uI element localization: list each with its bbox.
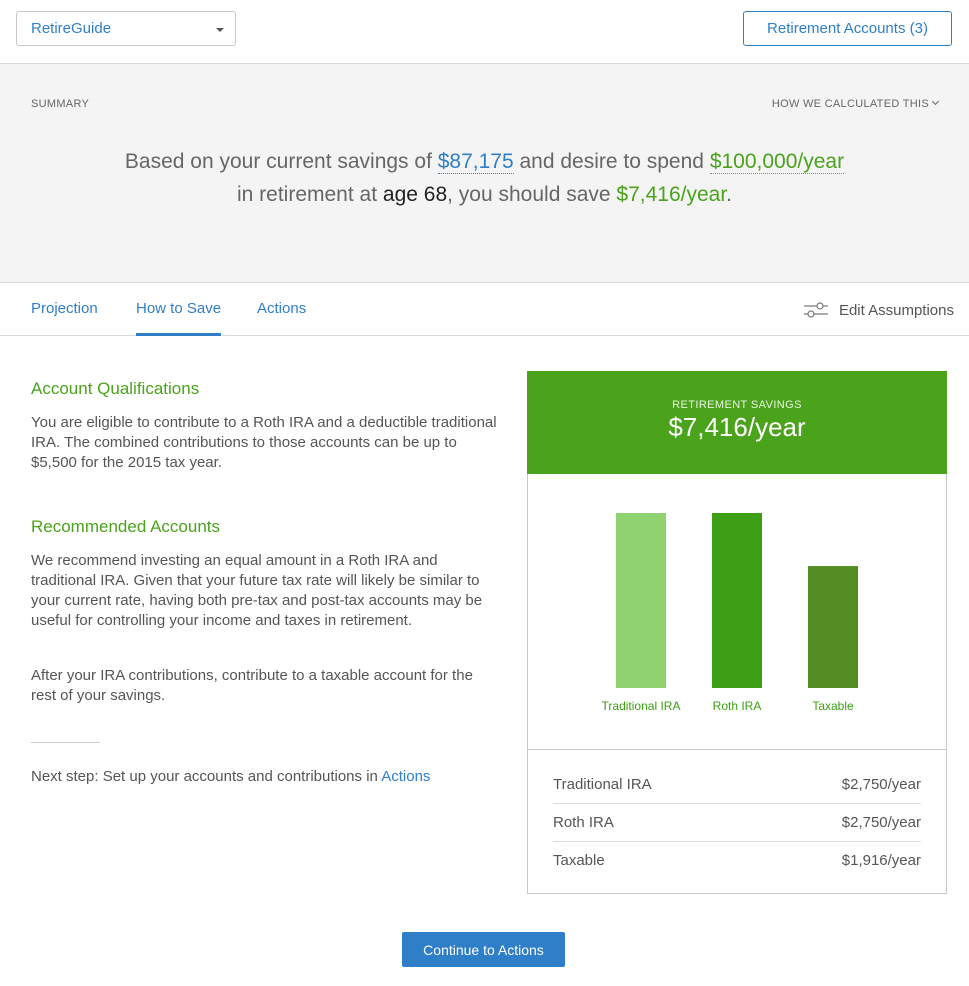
bar-roth-ira bbox=[712, 513, 762, 688]
summary-text-part: , you should save bbox=[447, 183, 617, 206]
top-bar: RetireGuide Retirement Accounts (3) bbox=[0, 0, 969, 64]
app-select-value: RetireGuide bbox=[31, 20, 112, 37]
row-value: $2,750/year bbox=[841, 776, 921, 793]
tab-how-to-save[interactable]: How to Save bbox=[136, 300, 222, 336]
row-value: $2,750/year bbox=[841, 814, 921, 831]
breakdown-row: Traditional IRA $2,750/year bbox=[553, 766, 921, 804]
breakdown-row: Roth IRA $2,750/year bbox=[553, 804, 921, 842]
card-header: RETIREMENT SAVINGS $7,416/year bbox=[527, 371, 947, 474]
summary-text-part: and desire to spend bbox=[513, 150, 710, 173]
bar-taxable bbox=[808, 566, 858, 688]
tab-bar: Projection How to Save Actions Edit Assu… bbox=[0, 283, 969, 336]
bar-label: Taxable bbox=[812, 699, 854, 713]
desired-spend-value[interactable]: $100,000/year bbox=[709, 150, 845, 174]
bar-label: Roth IRA bbox=[713, 699, 762, 713]
edit-assumptions-label: Edit Assumptions bbox=[838, 301, 954, 319]
account-qualifications-text: You are eligible to contribute to a Roth… bbox=[31, 414, 497, 471]
summary-panel: SUMMARY HOW WE CALCULATED THIS Based on … bbox=[0, 64, 969, 283]
tab-actions[interactable]: Actions bbox=[257, 300, 306, 317]
savings-bar-chart: Traditional IRA Roth IRA Taxable bbox=[528, 474, 946, 750]
continue-to-actions-button[interactable]: Continue to Actions bbox=[402, 932, 565, 967]
account-qualifications-heading: Account Qualifications bbox=[31, 379, 200, 398]
sliders-icon bbox=[803, 302, 828, 318]
chevron-down-icon bbox=[931, 97, 940, 106]
bar-traditional-ira bbox=[616, 513, 666, 688]
retirement-savings-card: RETIREMENT SAVINGS $7,416/year Tradition… bbox=[527, 371, 947, 894]
row-name: Traditional IRA bbox=[553, 776, 652, 793]
edit-assumptions-button[interactable]: Edit Assumptions bbox=[803, 300, 954, 320]
recommended-accounts-text: We recommend investing an equal amount i… bbox=[31, 552, 483, 629]
chart-svg: Traditional IRA Roth IRA Taxable bbox=[602, 513, 858, 713]
summary-label: SUMMARY bbox=[31, 98, 90, 110]
next-step-text: Next step: Set up your accounts and cont… bbox=[31, 767, 497, 787]
card-amount: $7,416/year bbox=[668, 412, 806, 442]
breakdown-list: Traditional IRA $2,750/year Roth IRA $2,… bbox=[553, 766, 921, 880]
divider bbox=[31, 742, 100, 743]
app-select-dropdown[interactable]: RetireGuide bbox=[16, 11, 236, 46]
how-we-calculated-link[interactable]: HOW WE CALCULATED THIS bbox=[771, 97, 940, 110]
row-value: $1,916/year bbox=[841, 852, 921, 869]
next-step-prefix: Next step: Set up your accounts and cont… bbox=[31, 768, 382, 785]
how-we-calculated-label: HOW WE CALCULATED THIS bbox=[771, 98, 929, 110]
after-ira-text: After your IRA contributions, contribute… bbox=[31, 667, 473, 704]
summary-text-part: Based on your current savings of bbox=[124, 150, 438, 173]
current-savings-value[interactable]: $87,175 bbox=[437, 150, 514, 174]
caret-down-icon bbox=[216, 28, 224, 32]
tab-projection[interactable]: Projection bbox=[31, 300, 98, 317]
breakdown-row: Taxable $1,916/year bbox=[553, 842, 921, 880]
summary-statement: Based on your current savings of $87,175… bbox=[0, 145, 969, 211]
card-title: RETIREMENT SAVINGS bbox=[672, 399, 802, 411]
retirement-accounts-button[interactable]: Retirement Accounts (3) bbox=[743, 11, 952, 46]
summary-text-part: in retirement at bbox=[236, 183, 383, 206]
bar-label: Traditional IRA bbox=[602, 699, 681, 713]
recommended-savings-value: $7,416/year bbox=[616, 183, 727, 206]
row-name: Roth IRA bbox=[553, 814, 614, 831]
summary-text-part: . bbox=[726, 183, 733, 206]
actions-link[interactable]: Actions bbox=[381, 768, 430, 785]
retirement-age-value: age 68 bbox=[382, 183, 448, 206]
recommended-accounts-heading: Recommended Accounts bbox=[31, 517, 220, 536]
row-name: Taxable bbox=[553, 852, 605, 869]
